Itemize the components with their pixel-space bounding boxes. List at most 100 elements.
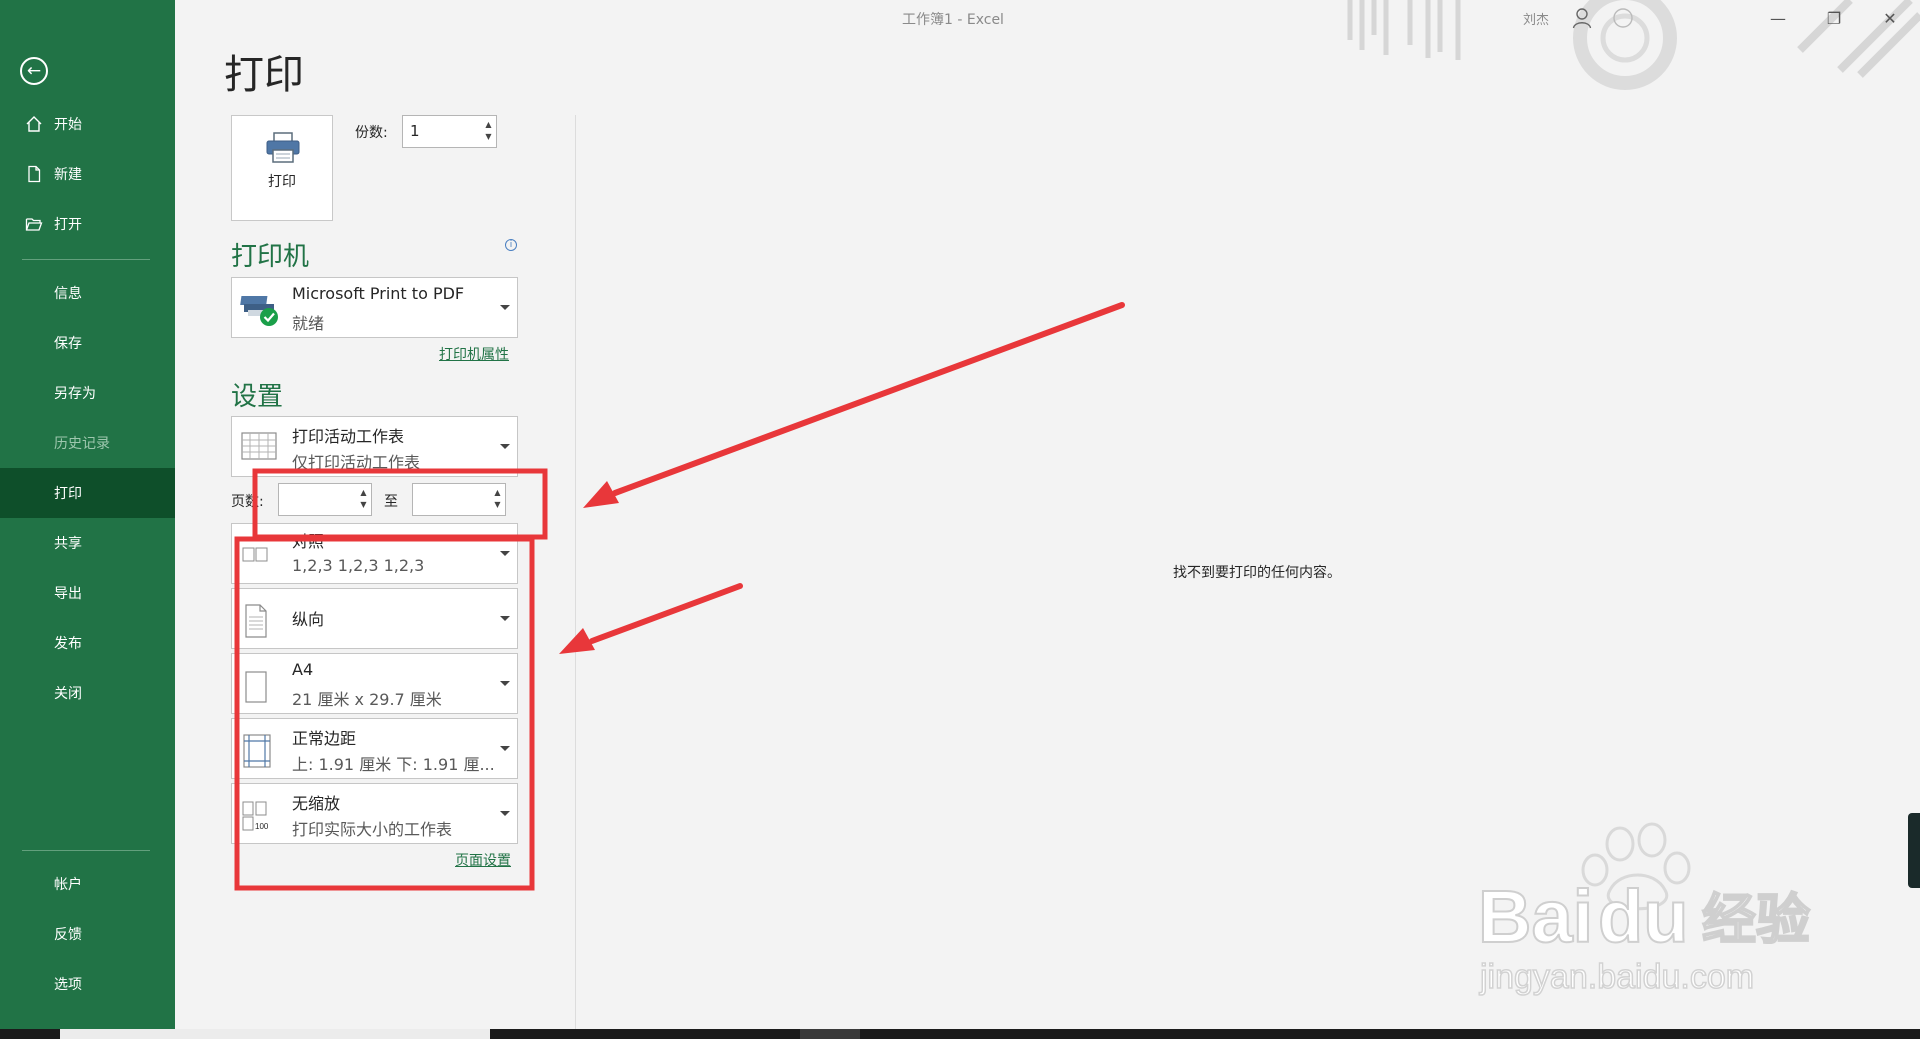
print-scope-select[interactable]: 打印活动工作表 仅打印活动工作表 [231,416,518,477]
copies-value: 1 [410,122,420,140]
chevron-up-icon[interactable]: ▲ [484,119,493,131]
nav-item-export[interactable]: 导出 [0,568,175,618]
stepper-arrows[interactable]: ▲ ▼ [484,119,493,143]
collate-desc: 1,2,3 1,2,3 1,2,3 [292,556,425,575]
paper-size-select[interactable]: A4 21 厘米 x 29.7 厘米 [231,653,518,714]
scaling-desc: 打印实际大小的工作表 [292,820,453,839]
nav-item-label: 反馈 [54,927,82,943]
nav-item-label: 共享 [54,536,82,552]
nav-item-label: 选项 [54,977,82,993]
nav-item-print[interactable]: 打印 [0,468,175,518]
no-scaling-icon: 100 [242,801,269,831]
scaling-icon-text: 100 [255,822,269,831]
nav-item-save[interactable]: 保存 [0,318,175,368]
print-scope-title: 打印活动工作表 [292,427,405,446]
watermark-brand: Bai [1478,875,1593,958]
annotation-arrow-upper [583,302,1125,508]
nav-item-share[interactable]: 共享 [0,518,175,568]
printer-select[interactable]: Microsoft Print to PDF 就绪 [231,277,518,338]
nav-item-save-as[interactable]: 另存为 [0,368,175,418]
smiley-icon[interactable] [1612,7,1634,29]
nav-item-close[interactable]: 关闭 [0,668,175,718]
watermark-suffix: 经验 [1702,890,1810,950]
pages-from-stepper[interactable]: ▲ ▼ [278,483,372,516]
nav-item-label: 关闭 [54,686,82,702]
panel-divider [575,115,576,1030]
backstage-nav: ← 开始 新建 打开 信息 保存 另存为 历史记录 打印 共享 导出 发布 关闭… [0,0,175,1029]
pages-label: 页数: [231,494,264,510]
scaling-select[interactable]: 100 无缩放 打印实际大小的工作表 [231,783,518,844]
nav-item-options[interactable]: 选项 [0,959,175,1009]
edge-widget[interactable] [1908,813,1920,888]
home-icon [26,116,42,132]
watermark-brand-2: du [1598,875,1688,958]
print-button-label: 打印 [268,174,296,190]
nav-item-label: 导出 [54,586,82,602]
printer-ready-icon [240,296,278,326]
nav-item-feedback[interactable]: 反馈 [0,909,175,959]
nav-item-label: 开始 [54,117,82,133]
minimize-button[interactable]: — [1755,0,1801,36]
pages-to-label: 至 [384,494,398,510]
taskbar-item[interactable] [60,1029,490,1039]
chevron-down-icon [500,616,510,621]
taskbar-item[interactable] [800,1029,860,1039]
printer-heading: 打印机 [231,242,310,272]
copies-stepper[interactable]: 1 ▲ ▼ [402,115,497,148]
nav-item-label: 打印 [54,486,82,502]
nav-item-info[interactable]: 信息 [0,268,175,318]
user-icon[interactable] [1572,7,1592,29]
page-setup-link[interactable]: 页面设置 [455,850,511,870]
nav-item-label: 历史记录 [54,436,110,452]
chevron-up-icon[interactable]: ▲ [359,487,368,499]
back-button[interactable]: ← [20,57,48,85]
taskbar [0,1029,1920,1039]
page-title: 打印 [224,52,304,98]
info-icon[interactable]: i [505,239,517,251]
restore-button[interactable]: ❐ [1811,0,1857,36]
close-window-button[interactable]: ✕ [1867,0,1913,36]
printer-properties-link[interactable]: 打印机属性 [439,344,509,364]
paper-size-title: A4 [292,660,314,679]
chevron-down-icon [500,681,510,686]
print-scope-desc: 仅打印活动工作表 [292,453,421,472]
nav-item-publish[interactable]: 发布 [0,618,175,668]
paper-size-icon [245,671,267,703]
margins-desc: 上: 1.91 厘米 下: 1.91 厘... [292,755,495,774]
collate-select[interactable]: 对照 1,2,3 1,2,3 1,2,3 [231,523,518,584]
chevron-down-icon[interactable]: ▼ [484,131,493,143]
print-button[interactable]: 打印 [231,115,333,221]
nav-item-home[interactable]: 开始 [0,99,175,149]
nav-item-new[interactable]: 新建 [0,149,175,199]
chevron-down-icon[interactable]: ▼ [493,499,502,511]
settings-heading: 设置 [231,382,284,412]
chevron-down-icon[interactable]: ▼ [359,499,368,511]
copies-label: 份数: [355,125,388,141]
annotation-arrow-lower [559,583,743,654]
pages-to-stepper[interactable]: ▲ ▼ [412,483,506,516]
new-document-icon [28,165,41,183]
worksheet-icon [241,432,277,460]
printer-icon [266,132,300,163]
orientation-select[interactable]: 纵向 [231,588,518,649]
nav-item-label: 保存 [54,336,82,352]
nav-item-open[interactable]: 打开 [0,199,175,249]
window-title: 工作簿1 - Excel [902,12,1004,28]
orientation-title: 纵向 [292,610,325,629]
stepper-arrows[interactable]: ▲ ▼ [493,487,502,511]
margins-title: 正常边距 [292,729,357,748]
stepper-arrows[interactable]: ▲ ▼ [359,487,368,511]
paper-size-desc: 21 厘米 x 29.7 厘米 [292,690,442,709]
printer-status: 就绪 [292,314,325,333]
margins-icon [243,734,271,768]
chevron-down-icon [500,305,510,310]
user-name[interactable]: 刘杰 [1523,9,1549,28]
chevron-up-icon[interactable]: ▲ [493,487,502,499]
nav-item-account[interactable]: 帐户 [0,859,175,909]
nav-divider [22,259,150,260]
portrait-page-icon [245,604,267,638]
printer-name: Microsoft Print to PDF [292,284,465,303]
margins-select[interactable]: 正常边距 上: 1.91 厘米 下: 1.91 厘... [231,718,518,779]
preview-empty-message: 找不到要打印的任何内容。 [1173,565,1341,581]
nav-item-label: 打开 [54,217,82,233]
